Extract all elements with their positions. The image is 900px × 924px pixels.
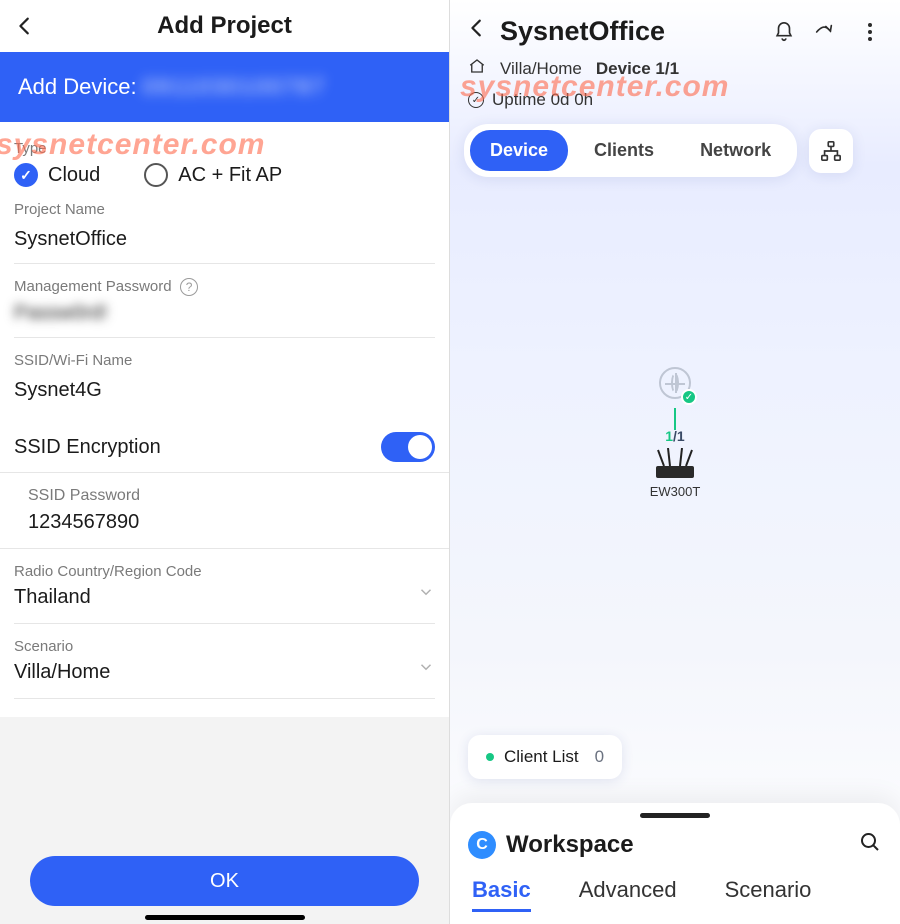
radio-cloud[interactable]: Cloud xyxy=(14,163,100,187)
client-list-label: Client List xyxy=(504,747,579,767)
add-device-serial: 0911030100787 xyxy=(143,74,326,100)
chevron-down-icon xyxy=(417,583,435,606)
ssid-password-label: SSID Password xyxy=(28,487,435,505)
workspace-badge-icon: C xyxy=(468,831,496,859)
ssid-field: SSID/Wi-Fi Name xyxy=(0,338,449,414)
workspace-tabs: Basic Advanced Scenario xyxy=(468,877,882,924)
tab-scenario[interactable]: Scenario xyxy=(725,877,812,912)
home-icon xyxy=(468,57,486,80)
chevron-down-icon xyxy=(417,658,435,681)
share-icon[interactable] xyxy=(810,18,838,46)
radio-unchecked-icon xyxy=(144,163,168,187)
right-header: SysnetOffice xyxy=(450,0,900,53)
type-label: Type xyxy=(14,140,435,157)
scenario-field[interactable]: Scenario Villa/Home xyxy=(0,624,449,699)
ok-button[interactable]: OK xyxy=(30,856,419,906)
scenario-text: Villa/Home xyxy=(500,59,582,79)
ssid-password-block: SSID Password 1234567890 xyxy=(0,473,449,549)
subheader-row-1: Villa/Home Device 1/1 xyxy=(450,53,900,84)
radio-acfit[interactable]: AC + Fit AP xyxy=(144,163,282,187)
tab-advanced[interactable]: Advanced xyxy=(579,877,677,912)
home-indicator xyxy=(145,915,305,920)
radio-cloud-label: Cloud xyxy=(48,164,100,187)
back-icon[interactable] xyxy=(466,17,488,46)
link-line xyxy=(674,408,676,430)
add-project-screen: Add Project Add Device: 0911030100787 sy… xyxy=(0,0,450,924)
type-group: Type Cloud AC + Fit AP xyxy=(0,122,449,187)
uptime-text: Uptime 0d 0h xyxy=(492,90,593,110)
country-field[interactable]: Radio Country/Region Code Thailand xyxy=(0,549,449,624)
clock-icon: ✓ xyxy=(468,92,484,108)
subheader-row-2: ✓ Uptime 0d 0h xyxy=(450,84,900,124)
search-icon[interactable] xyxy=(858,830,882,859)
project-title: SysnetOffice xyxy=(500,16,758,47)
scenario-value: Villa/Home xyxy=(14,661,110,684)
segment-clients[interactable]: Clients xyxy=(574,130,674,171)
device-count-text: Device 1/1 xyxy=(596,59,679,79)
page-title: Add Project xyxy=(157,12,292,40)
ssid-encryption-row: SSID Encryption xyxy=(0,414,449,473)
project-name-label: Project Name xyxy=(14,201,435,218)
bottom-area: OK xyxy=(0,717,449,924)
segment-control: Device Clients Network xyxy=(450,124,900,177)
scenario-label: Scenario xyxy=(14,638,435,655)
segment-network[interactable]: Network xyxy=(680,130,791,171)
add-device-bar: Add Device: 0911030100787 xyxy=(0,52,449,122)
help-icon[interactable]: ? xyxy=(180,278,198,296)
mgmt-password-value[interactable]: Passw0rd! xyxy=(14,296,435,337)
ssid-label: SSID/Wi-Fi Name xyxy=(14,352,435,369)
project-name-field: Project Name xyxy=(0,187,449,264)
workspace-title: Workspace xyxy=(506,831,634,859)
tab-basic[interactable]: Basic xyxy=(472,877,531,912)
country-label: Radio Country/Region Code xyxy=(14,563,435,580)
topology-node[interactable]: ✓ 1/1 EW300T xyxy=(648,367,702,499)
back-icon[interactable] xyxy=(14,14,36,42)
workspace-sheet: C Workspace Basic Advanced Scenario xyxy=(450,803,900,924)
bell-icon[interactable] xyxy=(770,18,798,46)
ssid-encryption-label: SSID Encryption xyxy=(14,436,161,459)
ssid-password-value[interactable]: 1234567890 xyxy=(28,505,435,548)
sheet-handle[interactable] xyxy=(640,813,710,818)
mgmt-password-label: Management Password xyxy=(14,278,172,295)
country-value: Thailand xyxy=(14,586,91,609)
topology-canvas[interactable]: ✓ 1/1 EW300T Client List 0 xyxy=(450,177,900,803)
more-icon[interactable] xyxy=(856,18,884,46)
router-icon xyxy=(648,448,702,482)
ssid-encryption-toggle[interactable] xyxy=(381,432,435,462)
project-detail-screen: SysnetOffice Villa/Home Device 1/1 ✓ Upt… xyxy=(450,0,900,924)
client-list-chip[interactable]: Client List 0 xyxy=(468,735,622,779)
topology-button[interactable] xyxy=(809,129,853,173)
mgmt-password-field: Management Password ? Passw0rd! xyxy=(0,264,449,338)
client-list-count: 0 xyxy=(595,747,604,767)
left-header: Add Project xyxy=(0,0,449,52)
check-badge-icon: ✓ xyxy=(681,389,697,405)
segment-device[interactable]: Device xyxy=(470,130,568,171)
radio-acfit-label: AC + Fit AP xyxy=(178,164,282,187)
ssid-input[interactable] xyxy=(14,369,435,414)
node-count: 1/1 xyxy=(648,428,702,444)
status-dot-icon xyxy=(486,753,494,761)
project-name-input[interactable] xyxy=(14,218,435,264)
device-model-label: EW300T xyxy=(648,484,702,499)
add-device-prefix: Add Device: xyxy=(18,74,137,100)
radio-checked-icon xyxy=(14,163,38,187)
